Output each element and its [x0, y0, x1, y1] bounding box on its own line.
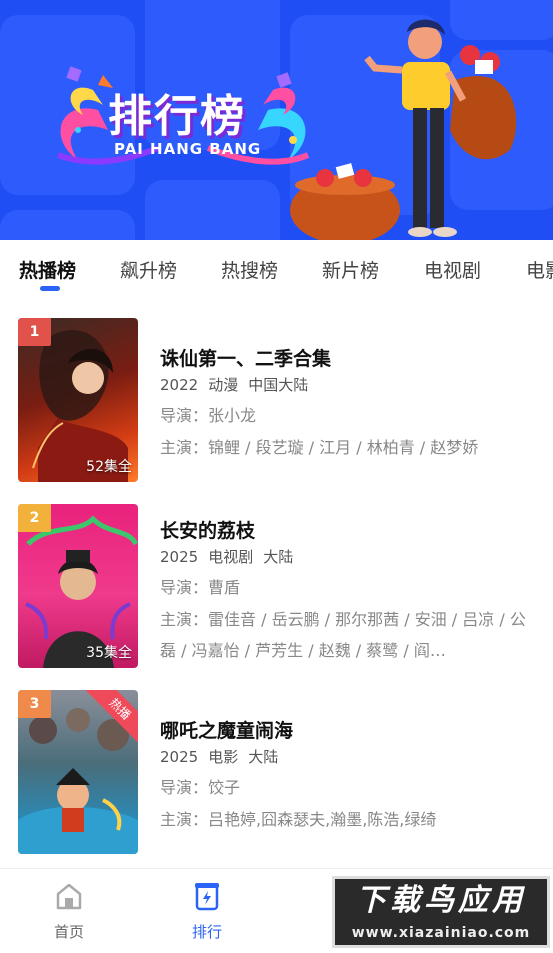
item-cast: 主演：吕艳婷,囧森瑟夫,瀚墨,陈浩,绿绮 [160, 804, 532, 835]
director-name: 张小龙 [208, 406, 257, 425]
item-director: 导演：饺子 [160, 772, 532, 803]
nav-ranking-label: 排行 [191, 923, 222, 941]
tab-tv-series[interactable]: 电视剧 [424, 256, 481, 283]
poster-image[interactable]: 3 热播 [18, 690, 138, 854]
cast-names: 锦鲤 / 段艺璇 / 江月 / 林柏青 / 赵梦娇 [208, 438, 479, 457]
director-label: 导演： [160, 406, 209, 425]
item-meta: 2025 电影 大陆 [160, 746, 278, 767]
item-cast: 主演：锦鲤 / 段艺璇 / 江月 / 林柏青 / 赵梦娇 [160, 432, 532, 463]
ranking-banner: 排行榜 PAI HANG BANG [0, 0, 553, 240]
banner-bg-tile [145, 180, 280, 240]
nav-home-label: 首页 [53, 923, 84, 941]
ranking-list-item[interactable]: 2 35集全 长安的荔枝 2025 电视剧 大陆 导演：曹盾 主演：雷佳音 / 岳云… [0, 504, 553, 674]
banner-illustration [290, 19, 517, 240]
item-title[interactable]: 哪吒之魔童闹海 [160, 716, 293, 743]
director-name: 饺子 [208, 778, 241, 797]
site-watermark: 下载鸟应用 www.xiazainiao.com [332, 876, 550, 948]
item-region: 大陆 [263, 548, 294, 566]
poster-image[interactable]: 1 52集全 [18, 318, 138, 482]
poster-image[interactable]: 2 35集全 [18, 504, 138, 668]
cast-label: 主演： [160, 438, 209, 457]
tab-hot-search[interactable]: 热搜榜 [221, 256, 278, 283]
item-year: 2025 [160, 748, 199, 766]
item-genre: 电影 [208, 748, 239, 766]
cast-label: 主演： [160, 810, 209, 829]
cast-names: 雷佳音 / 岳云鹏 / 那尔那茜 / 安沺 / 吕凉 / 公磊 / 冯嘉怡 / … [160, 610, 526, 660]
item-title[interactable]: 长安的荔枝 [160, 516, 255, 543]
rank-badge: 3 [18, 690, 51, 718]
rank-badge: 1 [18, 318, 51, 346]
watermark-url: www.xiazainiao.com [351, 925, 531, 941]
episode-count: 35集全 [86, 645, 132, 661]
banner-bg-tile [0, 210, 135, 240]
cast-names: 吕艳婷,囧森瑟夫,瀚墨,陈浩,绿绮 [208, 810, 437, 829]
director-label: 导演： [160, 778, 209, 797]
rank-badge: 2 [18, 504, 51, 532]
item-meta: 2025 电视剧 大陆 [160, 546, 293, 567]
item-year: 2022 [160, 376, 199, 394]
director-label: 导演： [160, 578, 209, 597]
item-genre: 动漫 [208, 376, 239, 394]
tab-new-release[interactable]: 新片榜 [322, 256, 379, 283]
ranking-icon [195, 883, 219, 911]
home-icon [56, 883, 82, 910]
tab-rising[interactable]: 飙升榜 [120, 256, 177, 283]
cast-label: 主演： [160, 610, 209, 629]
item-cast: 主演：雷佳音 / 岳云鹏 / 那尔那茜 / 安沺 / 吕凉 / 公磊 / 冯嘉怡… [160, 604, 532, 666]
tab-movie[interactable]: 电影 [526, 256, 553, 283]
active-tab-indicator [40, 286, 60, 291]
item-director: 导演：曹盾 [160, 572, 532, 603]
director-name: 曹盾 [208, 578, 241, 597]
tab-hot-play[interactable]: 热播榜 [19, 256, 76, 283]
ranking-tabs: 热播榜 飙升榜 热搜榜 新片榜 电视剧 电影 [0, 240, 553, 304]
item-region: 中国大陆 [248, 376, 309, 394]
banner-subtitle: PAI HANG BANG [114, 140, 262, 158]
ranking-list-item[interactable]: 3 热播 哪吒之魔童闹海 2025 电影 大陆 导演：饺子 主演：吕艳婷,囧森瑟夫,… [0, 690, 553, 860]
item-director: 导演：张小龙 [160, 400, 532, 431]
ranking-list-item[interactable]: 1 52集全 诛仙第一、二季合集 2022 动漫 中国大陆 导演：张小龙 主演：锦鲤… [0, 318, 553, 488]
item-meta: 2022 动漫 中国大陆 [160, 374, 308, 395]
banner-title: 排行榜 [108, 91, 246, 142]
item-year: 2025 [160, 548, 199, 566]
watermark-title: 下载鸟应用 [356, 883, 526, 918]
item-title[interactable]: 诛仙第一、二季合集 [160, 344, 331, 371]
item-region: 大陆 [248, 748, 279, 766]
nav-home[interactable]: 首页 [29, 881, 109, 942]
item-genre: 电视剧 [208, 548, 254, 566]
nav-ranking[interactable]: 排行 [167, 881, 247, 942]
episode-count: 52集全 [86, 459, 132, 475]
